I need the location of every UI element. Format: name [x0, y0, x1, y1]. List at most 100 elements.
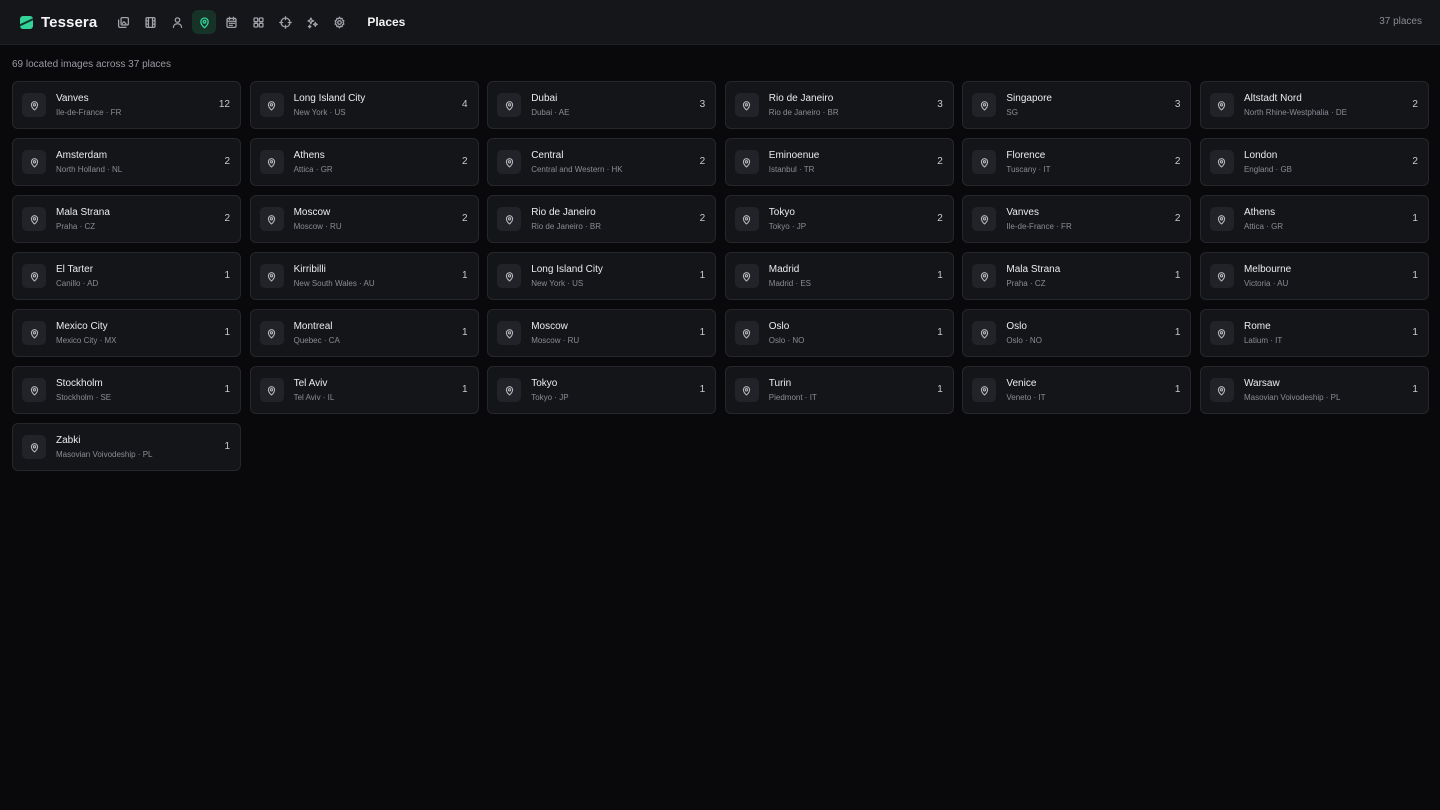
- place-name: Tokyo: [768, 206, 795, 218]
- place-card[interactable]: Mexico City Mexico City · MX 1: [12, 309, 241, 357]
- pin-badge: [734, 93, 759, 117]
- map-pin-icon: [30, 271, 38, 282]
- nav-person-button[interactable]: [165, 10, 189, 34]
- map-pin-icon: [267, 271, 276, 282]
- nav-gear-button[interactable]: [327, 10, 351, 34]
- place-card[interactable]: Rio de Janeiro Rio de Janeiro · BR 2: [487, 195, 717, 243]
- place-card[interactable]: Athens Attica · GR 2: [249, 138, 479, 186]
- nav-crosshair-button[interactable]: [273, 10, 297, 34]
- place-card[interactable]: Warsaw Masovian Voivodeship · PL 1: [1199, 366, 1429, 414]
- place-image-count: 2: [1174, 156, 1181, 167]
- place-name: Singapore: [1006, 92, 1052, 104]
- nav-photos-button[interactable]: [111, 10, 135, 34]
- place-card[interactable]: London England · GB 2: [1199, 138, 1429, 186]
- place-card[interactable]: Long Island City New York · US 4: [249, 81, 479, 129]
- place-card[interactable]: Tokyo Tokyo · JP 2: [724, 195, 954, 243]
- place-card[interactable]: Kirribilli New South Wales · AU 1: [249, 252, 479, 300]
- map-pin-icon: [505, 328, 513, 339]
- brand[interactable]: Tessera: [20, 14, 97, 31]
- place-card[interactable]: Mala Strana Praha · CZ 2: [12, 195, 241, 243]
- place-card[interactable]: Vanves Ile-de-France · FR 2: [962, 195, 1192, 243]
- map-pin-icon: [1218, 214, 1226, 225]
- pin-badge: [259, 93, 284, 117]
- map-pin-icon: [30, 385, 38, 396]
- place-image-count: 1: [1174, 384, 1181, 395]
- place-card[interactable]: Amsterdam North Holland · NL 2: [12, 138, 241, 186]
- place-card[interactable]: Tokyo Tokyo · JP 1: [487, 366, 717, 414]
- logo-icon: [20, 15, 33, 29]
- place-card[interactable]: Tel Aviv Tel Aviv · IL 1: [249, 366, 479, 414]
- place-name: Venice: [1006, 377, 1037, 389]
- place-image-count: 2: [1174, 213, 1181, 224]
- top-bar: Tessera Places 37 places: [0, 0, 1440, 45]
- map-pin-icon: [30, 100, 38, 111]
- place-card[interactable]: Madrid Madrid · ES 1: [724, 252, 954, 300]
- place-region: Mexico City · MX: [56, 335, 117, 345]
- place-card[interactable]: Athens Attica · GR 1: [1199, 195, 1429, 243]
- map-pin-icon: [980, 271, 989, 282]
- nav-grid-button[interactable]: [246, 10, 270, 34]
- place-card[interactable]: Rio de Janeiro Rio de Janeiro · BR 3: [724, 81, 954, 129]
- map-pin-icon: [743, 385, 751, 396]
- place-card[interactable]: Turin Piedmont · IT 1: [724, 366, 954, 414]
- calendar-icon: [226, 16, 237, 28]
- place-card[interactable]: Eminoenue Istanbul · TR 2: [724, 138, 954, 186]
- place-region: Masovian Voivodeship · PL: [56, 449, 153, 459]
- place-name: Melbourne: [1243, 263, 1292, 275]
- place-text: Tokyo Tokyo · JP: [531, 377, 568, 404]
- place-card[interactable]: Moscow Moscow · RU 1: [487, 309, 717, 357]
- nav-film-button[interactable]: [138, 10, 162, 34]
- place-image-count: 1: [1412, 213, 1418, 224]
- place-text: Mala Strana Praha · CZ: [56, 206, 110, 233]
- place-name: Central: [531, 149, 564, 161]
- place-card[interactable]: Long Island City New York · US 1: [487, 252, 717, 300]
- place-image-count: 1: [224, 384, 230, 395]
- place-region: Tuscany · IT: [1006, 164, 1051, 174]
- place-text: Stockholm Stockholm · SE: [56, 377, 111, 404]
- place-card[interactable]: Altstadt Nord North Rhine-Westphalia · DE…: [1199, 81, 1429, 129]
- place-card[interactable]: Singapore SG 3: [962, 81, 1192, 129]
- main-nav: [111, 10, 354, 34]
- map-pin-icon: [1218, 328, 1226, 339]
- place-region: Rio de Janeiro · BR: [531, 221, 601, 231]
- place-card[interactable]: Mala Strana Praha · CZ 1: [962, 252, 1192, 300]
- place-image-count: 1: [224, 327, 230, 338]
- places-grid: Vanves Ile-de-France · FR 12 Long Island Ci…: [12, 81, 1429, 471]
- place-region: Masovian Voivodeship · PL: [1243, 392, 1341, 402]
- place-card[interactable]: Oslo Oslo · NO 1: [724, 309, 954, 357]
- place-card[interactable]: Venice Veneto · IT 1: [962, 366, 1192, 414]
- place-card[interactable]: Central Central and Western · HK 2: [487, 138, 717, 186]
- nav-calendar-button[interactable]: [219, 10, 243, 34]
- place-region: North Holland · NL: [56, 164, 123, 174]
- place-text: El Tarter Canillo · AD: [56, 263, 98, 290]
- place-card[interactable]: Dubai Dubai · AE 3: [487, 81, 717, 129]
- place-card[interactable]: Vanves Ile-de-France · FR 12: [12, 81, 241, 129]
- nav-map-pin-button[interactable]: [192, 10, 217, 34]
- place-name: Amsterdam: [56, 149, 108, 161]
- place-card[interactable]: Oslo Oslo · NO 1: [962, 309, 1192, 357]
- place-card[interactable]: El Tarter Canillo · AD 1: [12, 252, 241, 300]
- pin-badge: [22, 321, 46, 345]
- pin-badge: [1209, 264, 1234, 288]
- place-name: Tokyo: [531, 377, 558, 389]
- pin-badge: [734, 207, 759, 231]
- place-card[interactable]: Rome Latium · IT 1: [1199, 309, 1429, 357]
- place-image-count: 1: [1174, 327, 1181, 338]
- place-card[interactable]: Zabki Masovian Voivodeship · PL 1: [12, 423, 241, 471]
- place-name: Mala Strana: [1006, 263, 1061, 275]
- place-card[interactable]: Florence Tuscany · IT 2: [962, 138, 1192, 186]
- pin-badge: [22, 264, 46, 288]
- place-card[interactable]: Montreal Quebec · CA 1: [249, 309, 479, 357]
- map-pin-icon: [980, 214, 989, 225]
- place-region: Tokyo · JP: [768, 221, 807, 231]
- map-pin-icon: [267, 157, 276, 168]
- map-pin-icon: [743, 157, 751, 168]
- map-pin-icon: [980, 385, 989, 396]
- place-card[interactable]: Moscow Moscow · RU 2: [249, 195, 479, 243]
- place-text: Singapore SG: [1006, 92, 1052, 119]
- nav-sparkles-button[interactable]: [300, 10, 324, 34]
- place-card[interactable]: Melbourne Victoria · AU 1: [1199, 252, 1429, 300]
- place-region: New York · US: [293, 107, 346, 117]
- place-region: Stockholm · SE: [56, 392, 112, 402]
- place-card[interactable]: Stockholm Stockholm · SE 1: [12, 366, 241, 414]
